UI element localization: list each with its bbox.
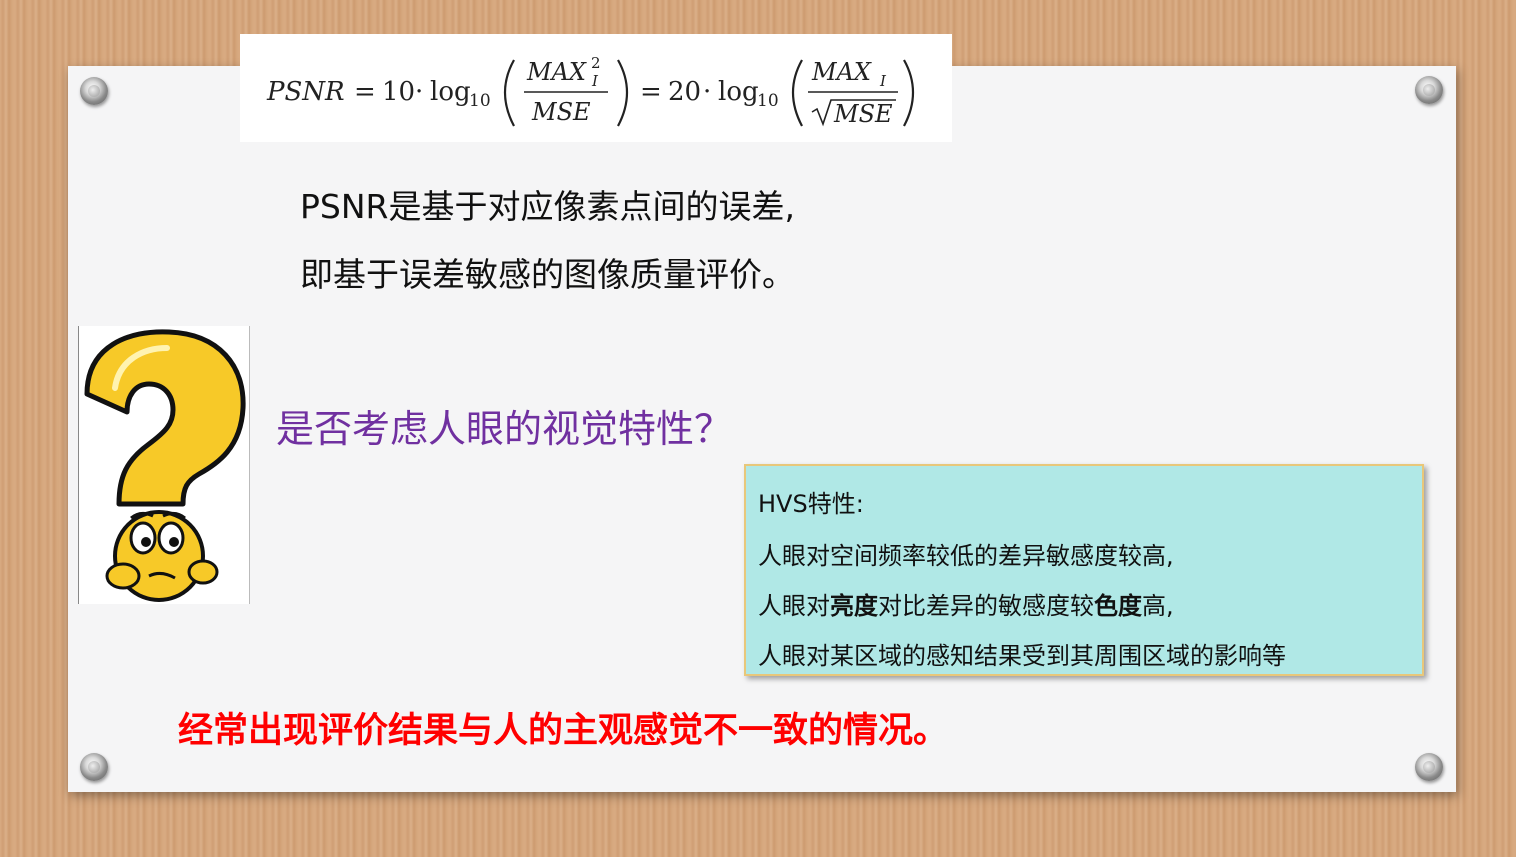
- pushpin-icon-bottom-right: [1415, 753, 1443, 781]
- description-line-2: 即基于误差敏感的图像质量评价。: [300, 255, 795, 294]
- question-mark-icon: [84, 329, 246, 507]
- hvs-keyword-chroma: 色度: [1094, 592, 1142, 620]
- equals-sign-2: =: [640, 77, 662, 107]
- numerator-subscript-1: I: [591, 72, 599, 90]
- numerator-max-1: MAX: [526, 58, 587, 86]
- hvs-line-1: 人眼对空间频率较低的差异敏感度较高,: [758, 542, 1174, 570]
- coefficient-ten: 10: [382, 77, 415, 107]
- log-base-1: 10: [469, 91, 491, 111]
- psnr-formula: PSNR = 10 · log 10 MAX 2 I MSE = 20 · lo…: [240, 34, 952, 142]
- dot-operator-1: ·: [415, 77, 423, 107]
- pushpin-icon-top-left: [80, 77, 108, 105]
- denominator-mse-2: MSE: [833, 100, 893, 128]
- hvs-properties-box: HVS特性: 人眼对空间频率较低的差异敏感度较高, 人眼对亮度对比差异的敏感度较…: [744, 464, 1424, 676]
- numerator-superscript: 2: [591, 54, 601, 72]
- hvs-line-2-part-3: 高,: [1142, 592, 1174, 620]
- hvs-keyword-luminance: 亮度: [830, 592, 878, 620]
- left-paren-1: [504, 59, 515, 127]
- right-paren-2: [903, 59, 914, 127]
- dot-operator-2: ·: [703, 77, 711, 107]
- pushpin-icon-top-right: [1415, 76, 1443, 104]
- denominator-mse-1: MSE: [531, 98, 591, 126]
- log-function-2: log: [718, 77, 759, 107]
- hvs-line-3: 人眼对某区域的感知结果受到其周围区域的影响等: [758, 642, 1286, 670]
- psnr-symbol: PSNR: [266, 77, 345, 107]
- numerator-subscript-2: I: [879, 72, 887, 90]
- log-base-2: 10: [757, 91, 779, 111]
- right-paren-1: [617, 59, 628, 127]
- thinking-face-icon: [105, 510, 219, 602]
- left-paren-2: [792, 59, 803, 127]
- log-function-1: log: [430, 77, 471, 107]
- conclusion-text: 经常出现评价结果与人的主观感觉不一致的情况。: [178, 711, 949, 751]
- question-text: 是否考虑人眼的视觉特性？: [276, 407, 733, 451]
- hvs-line-2-part-1: 人眼对: [758, 592, 830, 620]
- hvs-title: HVS特性:: [758, 490, 864, 518]
- hvs-line-2-part-2: 对比差异的敏感度较: [878, 592, 1094, 620]
- coefficient-twenty: 20: [668, 77, 701, 107]
- hvs-line-2: 人眼对亮度对比差异的敏感度较色度高,: [758, 586, 1174, 621]
- question-mark-illustration: [78, 326, 250, 604]
- description-line-1: PSNR是基于对应像素点间的误差,: [300, 187, 795, 226]
- numerator-max-2: MAX: [811, 58, 872, 86]
- equals-sign-1: =: [354, 77, 376, 107]
- pushpin-icon-bottom-left: [80, 753, 108, 781]
